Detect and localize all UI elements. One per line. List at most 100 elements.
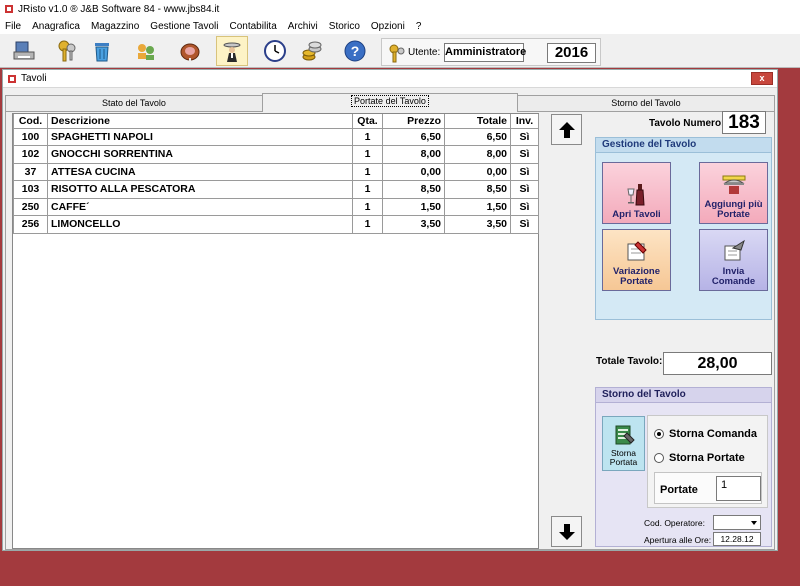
cell-qta: 1	[352, 127, 383, 146]
menu-bar: File Anagrafica Magazzino Gestione Tavol…	[0, 18, 800, 34]
menu-gestione-tavoli[interactable]: Gestione Tavoli	[145, 21, 224, 32]
aggiungi-portate-label: Aggiungi più Portate	[704, 199, 763, 220]
aggiungi-portate-button[interactable]: Aggiungi più Portate	[699, 162, 768, 224]
cell-qta: 1	[352, 180, 383, 199]
cell-prezzo: 8,50	[382, 180, 445, 199]
window-close-button[interactable]: x	[751, 72, 773, 85]
menu-magazzino[interactable]: Magazzino	[86, 21, 145, 32]
menu-contabilita[interactable]: Contabilita	[225, 21, 283, 32]
cell-prezzo: 0,00	[382, 162, 445, 181]
portate-label: Portate	[660, 484, 698, 496]
window-icon	[8, 74, 16, 83]
variazione-portate-button[interactable]: Variazione Portate	[602, 229, 671, 291]
storno-options: Storna Comanda Storna Portate Portate 1	[647, 415, 768, 508]
storno-notepad-icon	[615, 425, 635, 445]
table-row[interactable]: 37 ATTESA CUCINA 1 0,00 0,00 Sì	[13, 162, 539, 181]
table-header-row: Cod. Descrizione Qta. Prezzo Totale Inv.	[13, 114, 539, 129]
menu-opzioni[interactable]: Opzioni	[366, 21, 411, 32]
user-box: Utente: Amministratore 2016	[381, 38, 601, 66]
app-title: JRisto v1.0 ® J&B Software 84 - www.jbs8…	[18, 3, 220, 15]
toolbar-waiter-button[interactable]	[216, 36, 248, 66]
toolbar-ham-button[interactable]	[174, 36, 206, 66]
cell-cod: 100	[13, 127, 48, 146]
tavolo-numero-label: Tavolo Numero:	[649, 118, 725, 129]
header-qta[interactable]: Qta.	[352, 114, 383, 129]
cell-inv: Sì	[510, 162, 539, 181]
send-order-icon	[724, 239, 745, 261]
menu-archivi[interactable]: Archivi	[283, 21, 324, 32]
cell-qta: 1	[352, 215, 383, 234]
edit-note-icon	[627, 241, 647, 261]
portate-grid[interactable]: Cod. Descrizione Qta. Prezzo Totale Inv.…	[12, 113, 539, 549]
scroll-down-button[interactable]	[551, 516, 582, 547]
totale-tavolo-field: 28,00	[663, 352, 772, 375]
tab-label: Stato del Tavolo	[102, 98, 166, 108]
toolbar-clock-button[interactable]	[259, 36, 291, 66]
cell-cod: 37	[13, 162, 48, 181]
table-row[interactable]: 250 CAFFE´ 1 1,50 1,50 Sì	[13, 197, 539, 216]
serving-tray-icon	[722, 175, 745, 194]
cell-inv: Sì	[510, 180, 539, 199]
storna-portate-label: Storna Portate	[669, 452, 745, 464]
header-descrizione[interactable]: Descrizione	[47, 114, 353, 129]
cell-prezzo: 1,50	[382, 197, 445, 216]
scroll-up-button[interactable]	[551, 114, 582, 145]
toolbar-trash-button[interactable]	[86, 36, 118, 66]
totale-tavolo-label: Totale Tavolo:	[596, 356, 663, 367]
storna-portata-button[interactable]: Storna Portata	[602, 416, 645, 471]
apri-tavoli-label: Apri Tavoli	[612, 209, 661, 220]
invia-comande-button[interactable]: Invia Comande	[699, 229, 768, 291]
toolbar-coins-button[interactable]	[296, 36, 328, 66]
cell-totale: 8,00	[444, 145, 511, 164]
app-titlebar: JRisto v1.0 ® J&B Software 84 - www.jbs8…	[0, 0, 800, 18]
tab-storno-del-tavolo[interactable]: Storno del Tavolo	[517, 95, 775, 111]
toolbar-help-button[interactable]: ?	[339, 36, 371, 66]
table-row[interactable]: 100 SPAGHETTI NAPOLI 1 6,50 6,50 Sì	[13, 127, 539, 146]
header-cod[interactable]: Cod.	[13, 114, 48, 129]
menu-help[interactable]: ?	[411, 21, 428, 32]
wine-bottle-icon	[626, 184, 645, 206]
print-settings-icon	[13, 41, 35, 60]
menu-file[interactable]: File	[0, 21, 27, 32]
apri-tavoli-button[interactable]: Apri Tavoli	[602, 162, 671, 224]
toolbar-people-button[interactable]	[130, 36, 162, 66]
trash-icon	[95, 43, 109, 62]
cell-cod: 102	[13, 145, 48, 164]
table-row[interactable]: 102 GNOCCHI SORRENTINA 1 8,00 8,00 Sì	[13, 145, 539, 164]
cell-inv: Sì	[510, 215, 539, 234]
cell-prezzo: 6,50	[382, 127, 445, 146]
portate-input[interactable]: 1	[716, 476, 761, 501]
user-key-icon	[389, 44, 405, 63]
cod-operatore-select[interactable]	[713, 515, 761, 530]
header-prezzo[interactable]: Prezzo	[382, 114, 445, 129]
window-title: Tavoli	[21, 73, 47, 84]
cell-totale: 8,50	[444, 180, 511, 199]
table-row[interactable]: 103 RISOTTO ALLA PESCATORA 1 8,50 8,50 S…	[13, 180, 539, 199]
tab-stato-del-tavolo[interactable]: Stato del Tavolo	[5, 95, 263, 111]
storno-tavolo-panel: Storno del Tavolo Storna Portata Storna …	[595, 387, 772, 547]
menu-storico[interactable]: Storico	[324, 21, 366, 32]
cell-descrizione: SPAGHETTI NAPOLI	[47, 127, 353, 146]
cell-totale: 0,00	[444, 162, 511, 181]
user-label: Utente:	[408, 47, 441, 58]
radio-dot	[654, 453, 664, 463]
menu-anagrafica[interactable]: Anagrafica	[27, 21, 86, 32]
arrow-up-icon	[558, 121, 575, 138]
cod-operatore-label: Cod. Operatore:	[644, 518, 705, 528]
header-inv[interactable]: Inv.	[510, 114, 539, 129]
cell-totale: 3,50	[444, 215, 511, 234]
year-field: 2016	[547, 43, 596, 63]
cell-descrizione: LIMONCELLO	[47, 215, 353, 234]
toolbar-keys-button[interactable]	[51, 36, 83, 66]
tab-portate-del-tavolo[interactable]: Portate del Tavolo	[262, 93, 518, 112]
toolbar-print-button[interactable]	[8, 36, 40, 66]
cell-totale: 1,50	[444, 197, 511, 216]
storna-comanda-radio[interactable]: Storna Comanda	[654, 428, 757, 440]
table-row[interactable]: 256 LIMONCELLO 1 3,50 3,50 Sì	[13, 215, 539, 234]
tab-label: Storno del Tavolo	[611, 98, 681, 108]
header-totale[interactable]: Totale	[444, 114, 511, 129]
storna-portata-label: Storna Portata	[609, 448, 638, 467]
variazione-portate-label: Variazione Portate	[613, 266, 660, 287]
cell-cod: 250	[13, 197, 48, 216]
storna-portate-radio[interactable]: Storna Portate	[654, 452, 745, 464]
